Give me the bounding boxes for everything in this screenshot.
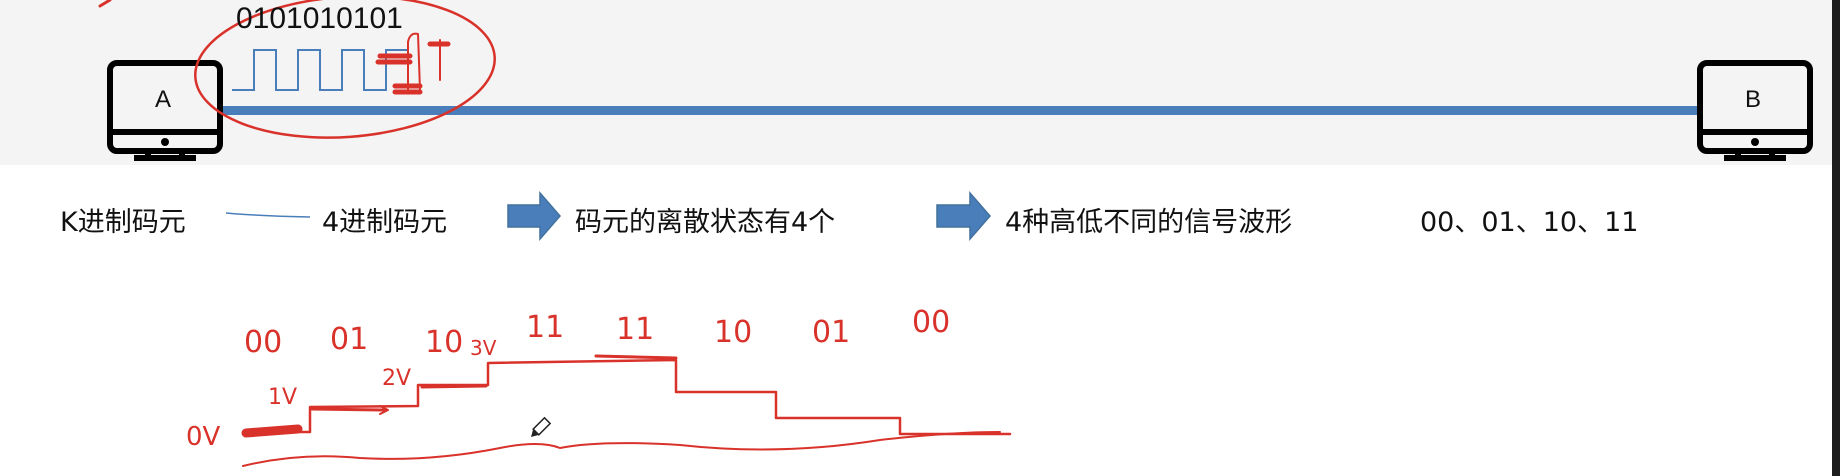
hand-code-2: 01 (330, 322, 369, 357)
k-ary-symbol-label: K进制码元 (60, 207, 186, 238)
baseline-squiggle (242, 431, 1001, 467)
hand-code-3: 10 (425, 325, 464, 360)
hand-voltage-3v: 3V (470, 336, 497, 360)
four-ary-symbol-label: 4进制码元 (322, 207, 448, 238)
handwritten-annotations (98, 0, 1012, 467)
hand-code-4: 11 (526, 310, 565, 345)
hand-code-7: 01 (812, 315, 851, 350)
hand-voltage-0v: 0V (186, 422, 221, 452)
arrow-right-icon (936, 190, 991, 242)
four-waveforms-label: 4种高低不同的信号波形 (1005, 207, 1293, 238)
hand-voltage-1v: 1V (268, 385, 298, 410)
codes-label: 00、01、10、11 (1420, 207, 1639, 238)
hand-code-8: 00 (912, 305, 951, 340)
computer-b-label: B (1745, 86, 1762, 113)
pencil-cursor-icon (531, 416, 552, 437)
hand-code-6: 10 (714, 315, 753, 350)
hand-code-1: 00 (244, 325, 283, 360)
signal-bits-label: 0101010101 (236, 2, 403, 35)
hand-voltage-2v: 2V (382, 366, 412, 391)
hand-code-5: 11 (616, 312, 655, 347)
arrow-right-icon (507, 190, 561, 242)
connector-line (225, 212, 311, 218)
computer-a-label: A (155, 86, 172, 113)
multilevel-waveform (246, 358, 1012, 436)
discrete-states-label: 码元的离散状态有4个 (575, 207, 836, 238)
